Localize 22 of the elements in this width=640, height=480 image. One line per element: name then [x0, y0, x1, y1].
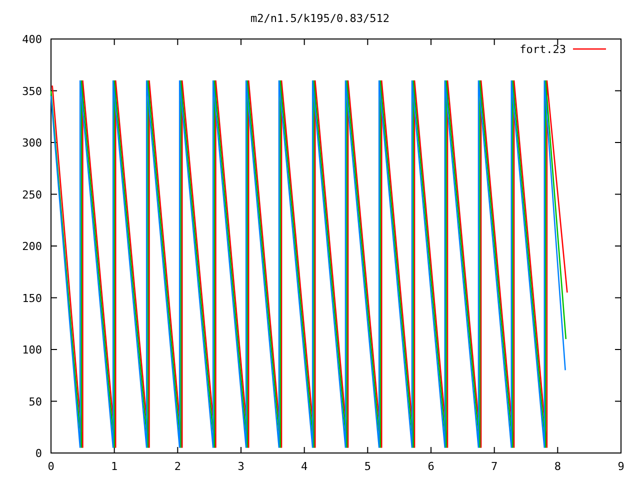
x-tick-label: 4 [301, 460, 308, 473]
x-tick-label: 0 [48, 460, 54, 473]
y-tick-label: 350 [22, 84, 42, 98]
x-tick-label: 1 [111, 460, 118, 473]
y-tick-label: 200 [22, 240, 42, 253]
x-tick-label: 3 [238, 460, 244, 473]
x-tick-label: 5 [364, 460, 371, 473]
y-tick-label: 250 [22, 188, 42, 202]
x-tick-label: 2 [174, 460, 181, 473]
x-tick-label: 6 [428, 460, 434, 473]
legend-line [573, 48, 606, 50]
y-tick-label: 0 [35, 447, 42, 460]
x-tick-label: 7 [491, 460, 498, 473]
y-tick-label: 50 [28, 395, 42, 408]
y-tick-label: 150 [22, 292, 42, 305]
x-tick-label: 8 [554, 460, 561, 473]
chart-title: m2/n1.5/k195/0.83/512 [250, 12, 390, 25]
y-tick-label: 400 [22, 33, 42, 46]
x-tick-label: 9 [618, 460, 624, 473]
legend-label: fort.23 [520, 43, 566, 56]
y-tick-label: 300 [22, 136, 42, 150]
y-tick-label: 100 [22, 344, 42, 356]
